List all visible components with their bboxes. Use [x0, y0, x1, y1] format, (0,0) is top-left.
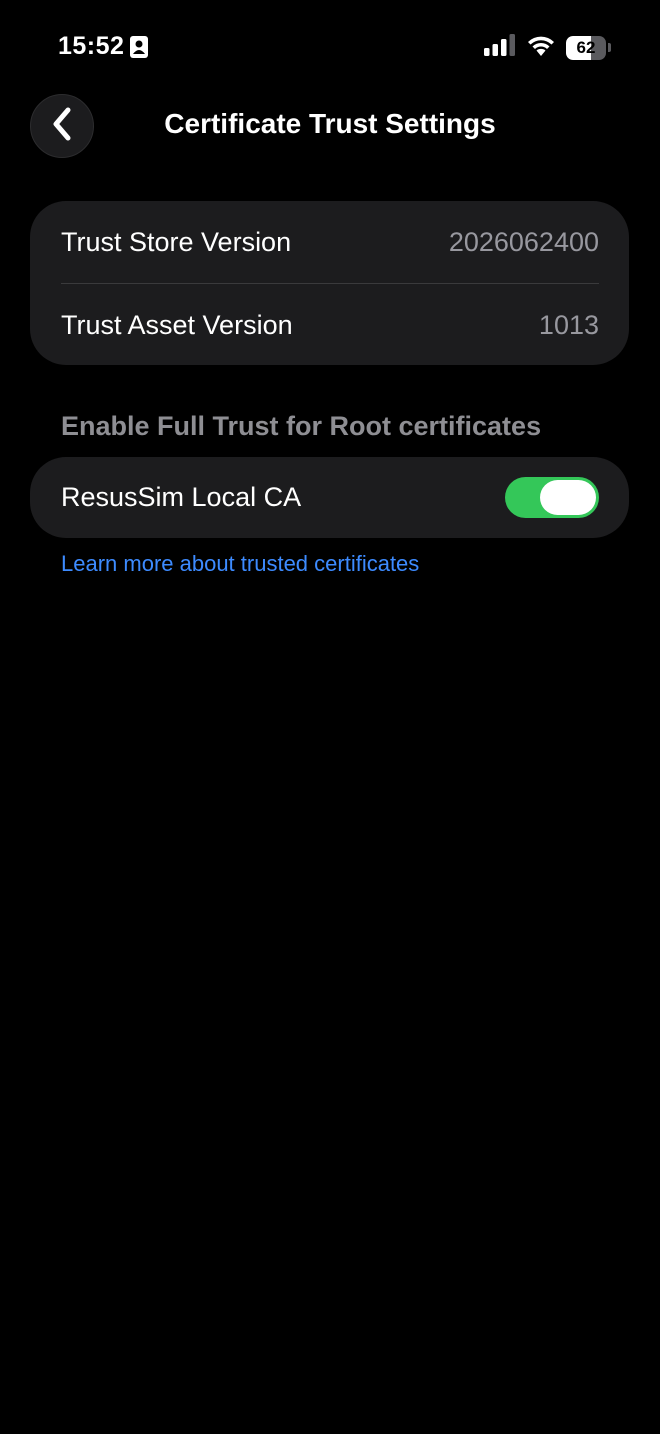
- toggle-knob: [540, 480, 596, 515]
- root-certificates-group: ResusSim Local CA: [30, 457, 629, 538]
- certificate-name: ResusSim Local CA: [61, 482, 302, 512]
- cellular-signal-icon: [484, 34, 516, 61]
- status-indicators: 62: [484, 34, 612, 61]
- status-time: 15:52: [58, 32, 149, 61]
- contact-card-icon: [130, 35, 149, 58]
- full-trust-section-header: Enable Full Trust for Root certificates: [61, 411, 542, 441]
- trust-asset-version-row: Trust Asset Version 1013: [30, 284, 629, 366]
- trust-store-version-row: Trust Store Version 2026062400: [30, 201, 629, 283]
- page-title: Certificate Trust Settings: [164, 108, 496, 139]
- screen: 15:52 62 Certificate Trust Settings Trus…: [0, 0, 660, 1434]
- battery-level: 62: [576, 37, 596, 57]
- trust-store-version-label: Trust Store Version: [61, 226, 292, 257]
- trust-asset-version-label: Trust Asset Version: [61, 309, 293, 340]
- status-time-text: 15:52: [58, 32, 125, 60]
- certificate-trust-toggle[interactable]: [505, 477, 599, 518]
- certificate-row: ResusSim Local CA: [30, 457, 629, 538]
- learn-more-link[interactable]: Learn more about trusted certificates: [61, 551, 419, 577]
- battery-icon: 62: [566, 35, 612, 61]
- trust-store-version-value: 2026062400: [448, 226, 599, 257]
- trust-versions-group: Trust Store Version 2026062400 Trust Ass…: [30, 201, 629, 365]
- wifi-icon: [526, 34, 556, 61]
- trust-asset-version-value: 1013: [538, 309, 599, 340]
